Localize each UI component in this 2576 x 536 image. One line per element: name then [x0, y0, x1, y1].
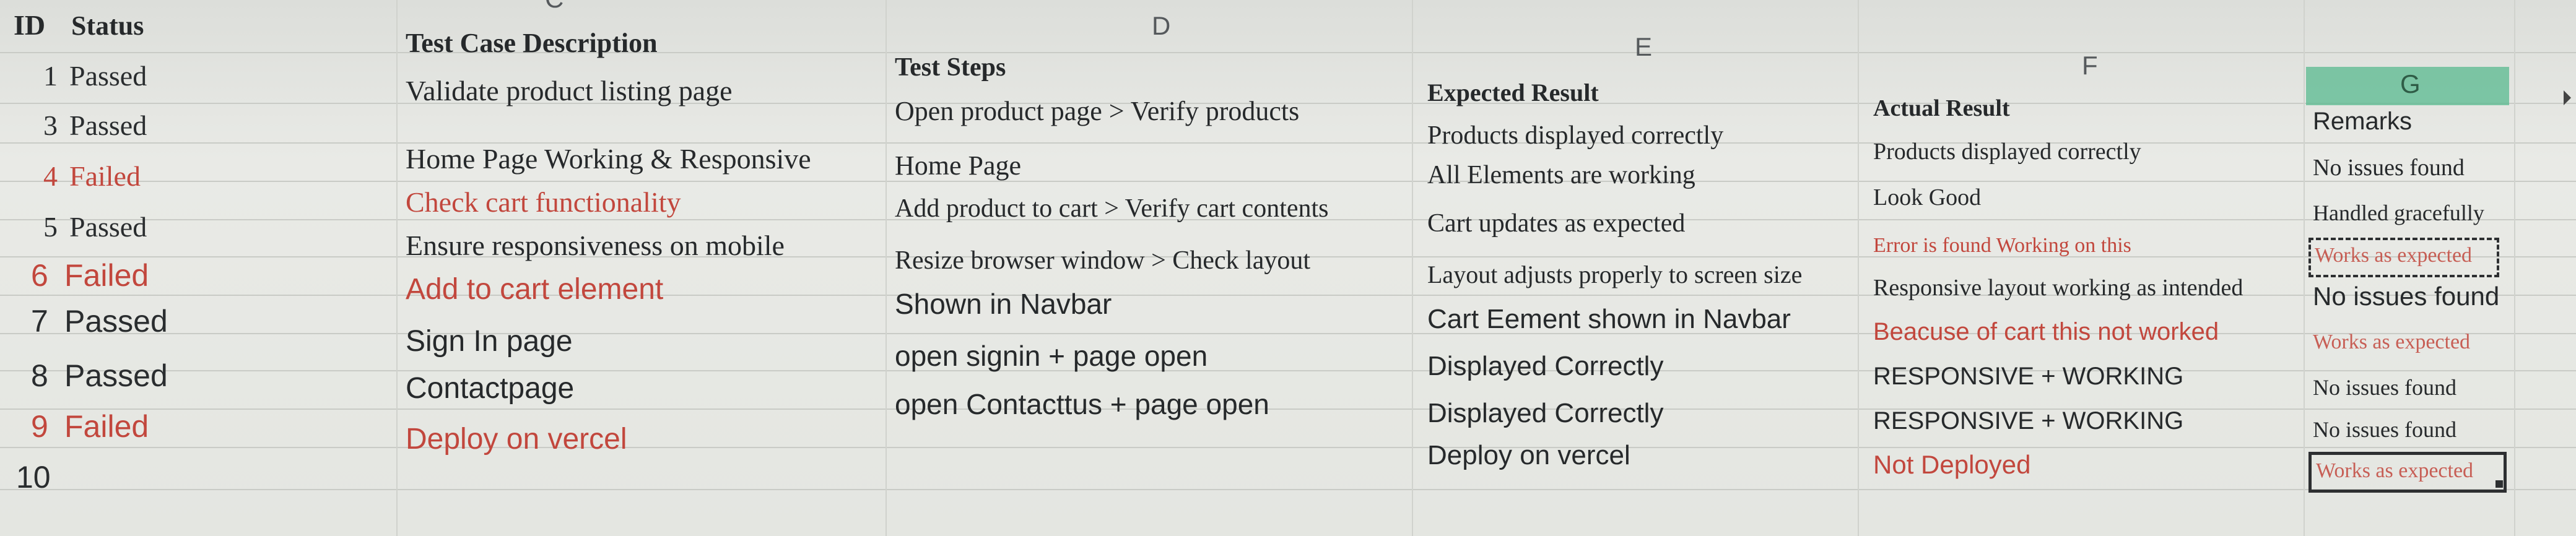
column-header-f[interactable]: F	[2082, 51, 2098, 80]
row-divider	[0, 181, 2576, 182]
cell-actual[interactable]: Look Good	[1873, 186, 1981, 209]
col-divider	[396, 0, 398, 536]
cell-expected[interactable]: Displayed Correctly	[1427, 400, 1663, 427]
row-divider	[0, 408, 2576, 410]
cell-description[interactable]: Ensure responsiveness on mobile	[406, 231, 785, 260]
cell-id[interactable]: 1	[43, 62, 58, 90]
header-remarks[interactable]: Remarks	[2313, 109, 2412, 134]
cell-expected[interactable]: All Elements are working	[1427, 162, 1695, 188]
cell-description[interactable]: Contactpage	[406, 374, 574, 404]
cell-status[interactable]: Passed	[64, 306, 168, 337]
cell-id[interactable]: 6	[31, 260, 48, 291]
cell-expected[interactable]: Products displayed correctly	[1427, 123, 1723, 149]
cell-remarks[interactable]: Handled gracefully	[2313, 202, 2484, 224]
cell-remarks[interactable]: Works as expected	[2316, 460, 2473, 482]
header-description[interactable]: Test Case Description	[406, 30, 658, 57]
column-header-g[interactable]: G	[2400, 69, 2421, 99]
column-header-c[interactable]: C	[545, 0, 564, 14]
col-divider	[1858, 0, 1859, 536]
cell-description[interactable]: Add to cart element	[406, 275, 663, 305]
cell-status[interactable]: Failed	[69, 162, 141, 191]
cell-id[interactable]: 4	[43, 162, 58, 191]
cell-actual[interactable]: RESPONSIVE + WORKING	[1873, 408, 2183, 433]
row-divider	[0, 447, 2576, 448]
cell-remarks[interactable]: No issues found	[2313, 283, 2499, 309]
header-id[interactable]: ID	[14, 11, 45, 40]
header-steps[interactable]: Test Steps	[895, 54, 1006, 80]
cell-expected[interactable]: Cart Eement shown in Navbar	[1427, 306, 1791, 333]
row-divider	[0, 142, 2576, 144]
cell-steps[interactable]: Shown in Navbar	[895, 290, 1112, 318]
cell-description[interactable]: Check cart functionality	[406, 188, 681, 217]
cell-id[interactable]: 3	[43, 111, 58, 140]
cell-remarks[interactable]: No issues found	[2313, 156, 2465, 179]
cell-steps[interactable]: Add product to cart > Verify cart conten…	[895, 196, 1329, 222]
cell-status[interactable]: Passed	[69, 111, 147, 140]
cell-status[interactable]: Passed	[69, 62, 147, 90]
row-divider	[0, 489, 2576, 490]
col-divider	[1412, 0, 1413, 536]
header-expected[interactable]: Expected Result	[1427, 80, 1599, 105]
cell-remarks[interactable]: No issues found	[2313, 418, 2456, 441]
cell-id[interactable]: 7	[31, 306, 48, 337]
cell-id[interactable]: 8	[31, 360, 48, 391]
cell-actual[interactable]: Error is found Working on this	[1873, 235, 2131, 256]
cell-actual[interactable]: Responsive layout working as intended	[1873, 276, 2243, 300]
spreadsheet-grid[interactable]: C D E F G ID Status Test Case Descriptio…	[0, 0, 2576, 536]
cell-description[interactable]: Home Page Working & Responsive	[406, 145, 811, 173]
fill-handle[interactable]	[2496, 480, 2503, 488]
cell-description[interactable]: Validate product listing page	[406, 77, 733, 105]
cell-expected[interactable]: Cart updates as expected	[1427, 210, 1685, 236]
cell-steps[interactable]: open signin + page open	[895, 342, 1208, 370]
cell-status[interactable]: Failed	[64, 260, 149, 291]
cell-status[interactable]: Passed	[64, 360, 168, 391]
cell-expected[interactable]: Deploy on vercel	[1427, 442, 1630, 469]
cell-id[interactable]: 5	[43, 213, 58, 241]
header-status[interactable]: Status	[71, 12, 144, 40]
cell-status[interactable]: Passed	[69, 213, 147, 241]
cell-remarks[interactable]: Works as expected	[2313, 332, 2470, 353]
cell-description[interactable]: Sign In page	[406, 327, 573, 357]
truncation-marker-icon	[2564, 90, 2571, 105]
row-divider	[0, 52, 2576, 53]
col-divider	[886, 0, 887, 536]
cell-remarks[interactable]: No issues found	[2313, 376, 2456, 399]
cell-expected[interactable]: Displayed Correctly	[1427, 353, 1663, 380]
cell-steps[interactable]: Resize browser window > Check layout	[895, 248, 1310, 274]
column-header-d[interactable]: D	[1152, 11, 1170, 41]
cell-status[interactable]: Failed	[64, 411, 149, 442]
cell-steps[interactable]: Open product page > Verify products	[895, 98, 1299, 125]
cell-remarks[interactable]: Works as expected	[2315, 245, 2472, 266]
row-divider	[0, 370, 2576, 371]
cell-steps[interactable]: open Contacttus + page open	[895, 390, 1269, 418]
col-divider	[2514, 0, 2515, 536]
header-actual[interactable]: Actual Result	[1873, 97, 2010, 120]
cell-actual[interactable]: Products displayed correctly	[1873, 140, 2141, 163]
cell-actual[interactable]: Beacuse of cart this not worked	[1873, 319, 2219, 344]
cell-expected[interactable]: Layout adjusts properly to screen size	[1427, 262, 1802, 287]
cell-id[interactable]: 10	[16, 462, 51, 493]
cell-steps[interactable]: Home Page	[895, 152, 1021, 179]
cell-description[interactable]: Deploy on vercel	[406, 425, 627, 454]
column-header-e[interactable]: E	[1635, 32, 1652, 62]
cell-actual[interactable]: RESPONSIVE + WORKING	[1873, 364, 2183, 389]
cell-id[interactable]: 9	[31, 411, 48, 442]
col-divider	[2304, 0, 2305, 536]
cell-actual[interactable]: Not Deployed	[1873, 452, 2030, 478]
